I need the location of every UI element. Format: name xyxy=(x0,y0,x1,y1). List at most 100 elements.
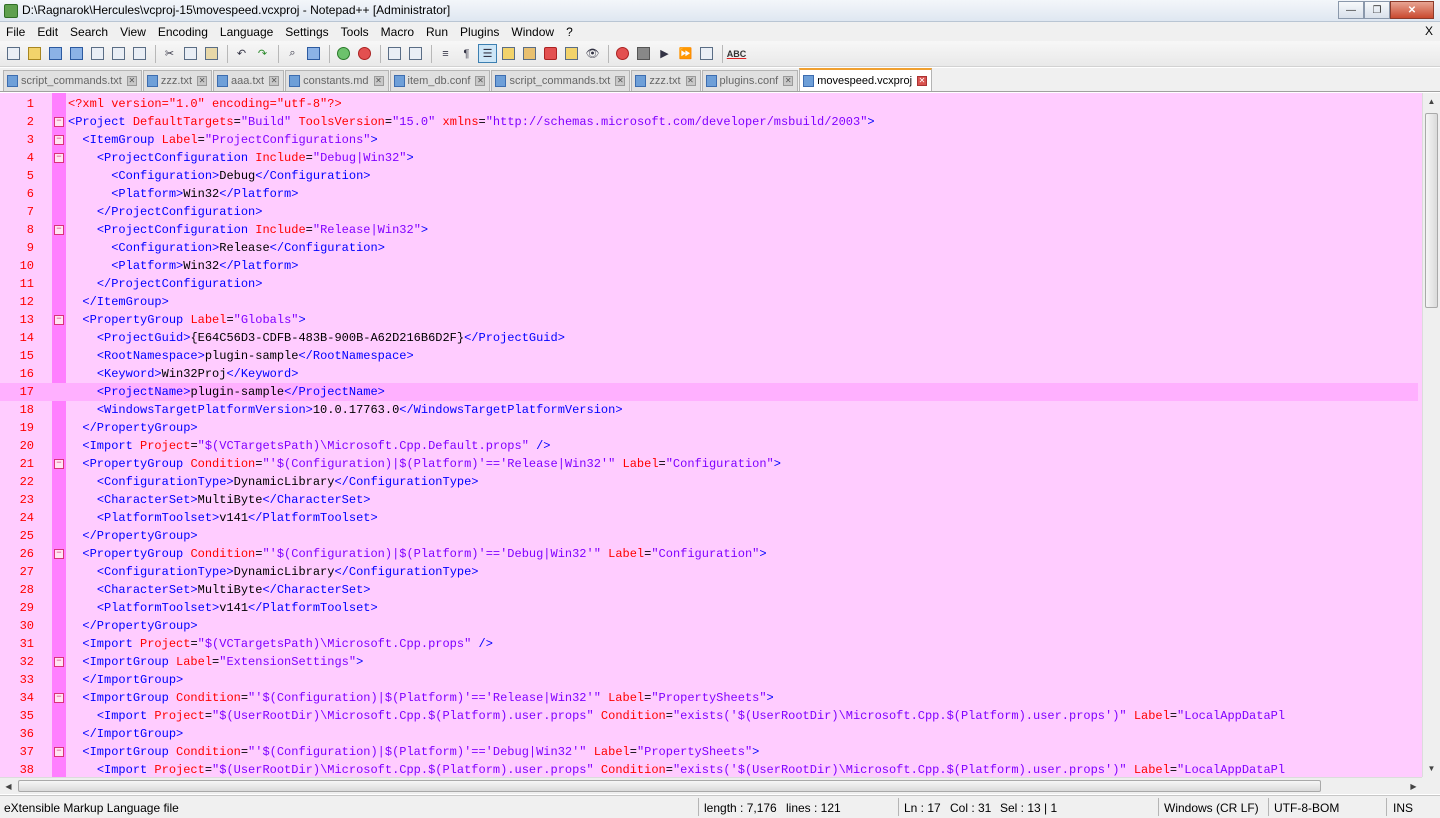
code-line[interactable]: 32 − <ImportGroup Label="ExtensionSetting… xyxy=(0,653,1418,671)
code-line[interactable]: 10 <Platform>Win32</Platform> xyxy=(0,257,1418,275)
find-icon[interactable]: ⌕ xyxy=(283,44,302,63)
undo-icon[interactable]: ↶ xyxy=(232,44,251,63)
code-line[interactable]: 7 </ProjectConfiguration> xyxy=(0,203,1418,221)
tab-plugins-conf[interactable]: plugins.conf ✕ xyxy=(701,70,799,91)
menu-window[interactable]: Window xyxy=(505,25,560,39)
close-window-button[interactable]: ✕ xyxy=(1390,1,1434,19)
scroll-up-icon[interactable]: ▲ xyxy=(1423,93,1440,110)
tab-close-icon[interactable]: ✕ xyxy=(615,76,626,86)
save-macro-icon[interactable] xyxy=(697,44,716,63)
scroll-left-icon[interactable]: ◀ xyxy=(0,778,17,794)
tab-close-icon[interactable]: ✕ xyxy=(126,76,137,86)
horizontal-scrollbar[interactable]: ◀ ▶ xyxy=(0,777,1422,794)
menu-settings[interactable]: Settings xyxy=(279,25,334,39)
code-line[interactable]: 23 <CharacterSet>MultiByte</CharacterSet… xyxy=(0,491,1418,509)
code-line[interactable]: 36 </ImportGroup> xyxy=(0,725,1418,743)
spell-check-icon[interactable]: ABC xyxy=(727,44,747,63)
user-language-icon[interactable] xyxy=(499,44,518,63)
fold-toggle-icon[interactable]: − xyxy=(54,153,64,163)
notepadpp-app-icon[interactable] xyxy=(4,4,18,18)
tab-constants[interactable]: constants.md ✕ xyxy=(285,70,389,91)
tab-item-db[interactable]: item_db.conf ✕ xyxy=(389,70,491,91)
code-line[interactable]: 35 <Import Project="$(UserRootDir)\Micro… xyxy=(0,707,1418,725)
scroll-down-icon[interactable]: ▼ xyxy=(1423,760,1440,777)
zoom-in-icon[interactable] xyxy=(334,44,353,63)
function-list-icon[interactable] xyxy=(541,44,560,63)
status-eol[interactable]: Windows (CR LF) xyxy=(1164,801,1259,815)
code-line[interactable]: 3 − <ItemGroup Label="ProjectConfiguratio… xyxy=(0,131,1418,149)
code-line[interactable]: 15 <RootNamespace>plugin-sample</RootNam… xyxy=(0,347,1418,365)
play-macro-icon[interactable]: ▶ xyxy=(655,44,674,63)
tab-close-icon[interactable]: ✕ xyxy=(197,76,208,86)
code-line[interactable]: 12 </ItemGroup> xyxy=(0,293,1418,311)
fold-toggle-icon[interactable]: − xyxy=(54,747,64,757)
tab-close-icon[interactable]: ✕ xyxy=(783,76,794,86)
close-document-button[interactable]: X xyxy=(1425,24,1433,38)
monitoring-icon[interactable]: 👁 xyxy=(583,44,602,63)
code-line[interactable]: 17 <ProjectName>plugin-sample</ProjectNa… xyxy=(0,383,1418,401)
fold-toggle-icon[interactable]: − xyxy=(54,225,64,235)
menu-help[interactable]: ? xyxy=(560,25,579,39)
code-line[interactable]: 25 </PropertyGroup> xyxy=(0,527,1418,545)
fold-toggle-icon[interactable]: − xyxy=(54,459,64,469)
new-file-icon[interactable] xyxy=(4,44,23,63)
redo-icon[interactable]: ↷ xyxy=(253,44,272,63)
code-line[interactable]: 11 </ProjectConfiguration> xyxy=(0,275,1418,293)
word-wrap-icon[interactable]: ≡ xyxy=(436,44,455,63)
close-all-icon[interactable] xyxy=(109,44,128,63)
menu-view[interactable]: View xyxy=(114,25,152,39)
stop-macro-icon[interactable] xyxy=(634,44,653,63)
code-line[interactable]: 14 <ProjectGuid>{E64C56D3-CDFB-483B-900B… xyxy=(0,329,1418,347)
code-line[interactable]: 1 <?xml version="1.0" encoding="utf-8"?> xyxy=(0,95,1418,113)
save-all-icon[interactable] xyxy=(67,44,86,63)
vertical-scrollbar[interactable]: ▲ ▼ xyxy=(1422,93,1440,777)
fold-toggle-icon[interactable]: − xyxy=(54,549,64,559)
paste-icon[interactable] xyxy=(202,44,221,63)
code-line[interactable]: 37− <ImportGroup Condition="'$(Configura… xyxy=(0,743,1418,761)
scroll-right-icon[interactable]: ▶ xyxy=(1405,778,1422,794)
menu-language[interactable]: Language xyxy=(214,25,279,39)
maximize-button[interactable]: ❐ xyxy=(1364,1,1390,19)
status-insert-mode[interactable]: INS xyxy=(1393,801,1413,815)
status-encoding[interactable]: UTF-8-BOM xyxy=(1274,801,1339,815)
menu-macro[interactable]: Macro xyxy=(375,25,420,39)
code-line[interactable]: 6 <Platform>Win32</Platform> xyxy=(0,185,1418,203)
print-icon[interactable] xyxy=(130,44,149,63)
tab-zzz-2[interactable]: zzz.txt ✕ xyxy=(631,70,701,91)
code-line[interactable]: 13 − <PropertyGroup Label="Globals"> xyxy=(0,311,1418,329)
code-line[interactable]: 8 − <ProjectConfiguration Include="Releas… xyxy=(0,221,1418,239)
code-line[interactable]: 26 − <PropertyGroup Condition="'$(Configu… xyxy=(0,545,1418,563)
record-macro-icon[interactable] xyxy=(613,44,632,63)
fold-toggle-icon[interactable]: − xyxy=(54,135,64,145)
menu-encoding[interactable]: Encoding xyxy=(152,25,214,39)
tab-aaa[interactable]: aaa.txt ✕ xyxy=(213,70,285,91)
code-line[interactable]: 21 − <PropertyGroup Condition = "'$(Configu… xyxy=(0,455,1418,473)
code-line[interactable]: 2− <Project DefaultTargets="Build" ToolsV… xyxy=(0,113,1418,131)
code-line[interactable]: 18 <WindowsTargetPlatformVersion>10.0.17… xyxy=(0,401,1418,419)
code-line[interactable]: 4 − <ProjectConfiguration Include="Debug|… xyxy=(0,149,1418,167)
code-line[interactable]: 38 <Import Project="$(UserRootDir)\Micro… xyxy=(0,761,1418,777)
code-line[interactable]: 19 </PropertyGroup> xyxy=(0,419,1418,437)
minimize-button[interactable]: — xyxy=(1338,1,1364,19)
code-line[interactable]: 9 <Configuration>Release</Configuration> xyxy=(0,239,1418,257)
tab-zzz[interactable]: zzz.txt ✕ xyxy=(142,70,213,91)
run-macro-multiple-icon[interactable]: ⏩ xyxy=(676,44,695,63)
code-editor[interactable]: 1 <?xml version="1.0" encoding="utf-8"?> 2… xyxy=(0,93,1440,777)
tab-movespeed-vcxproj[interactable]: movespeed.vcxproj ✕ xyxy=(799,68,933,91)
horizontal-scroll-thumb[interactable] xyxy=(18,780,1321,792)
cut-icon[interactable]: ✂ xyxy=(160,44,179,63)
menu-file[interactable]: File xyxy=(0,25,31,39)
zoom-out-icon[interactable] xyxy=(355,44,374,63)
fold-toggle-icon[interactable]: − xyxy=(54,117,64,127)
indent-guide-icon[interactable]: ☰ xyxy=(478,44,497,63)
menu-search[interactable]: Search xyxy=(64,25,114,39)
tab-script-commands[interactable]: script_commands.txt ✕ xyxy=(3,70,142,91)
code-line[interactable]: 30 </PropertyGroup> xyxy=(0,617,1418,635)
code-line[interactable]: 16 <Keyword>Win32Proj</Keyword> xyxy=(0,365,1418,383)
code-line[interactable]: 27 <ConfigurationType>DynamicLibrary</Co… xyxy=(0,563,1418,581)
code-line[interactable]: 31 <Import Project="$(VCTargetsPath)\Mic… xyxy=(0,635,1418,653)
code-lines[interactable]: 1 <?xml version="1.0" encoding="utf-8"?> 2… xyxy=(0,95,1418,777)
fold-toggle-icon[interactable]: − xyxy=(54,693,64,703)
menu-edit[interactable]: Edit xyxy=(31,25,64,39)
folder-workspace-icon[interactable] xyxy=(562,44,581,63)
